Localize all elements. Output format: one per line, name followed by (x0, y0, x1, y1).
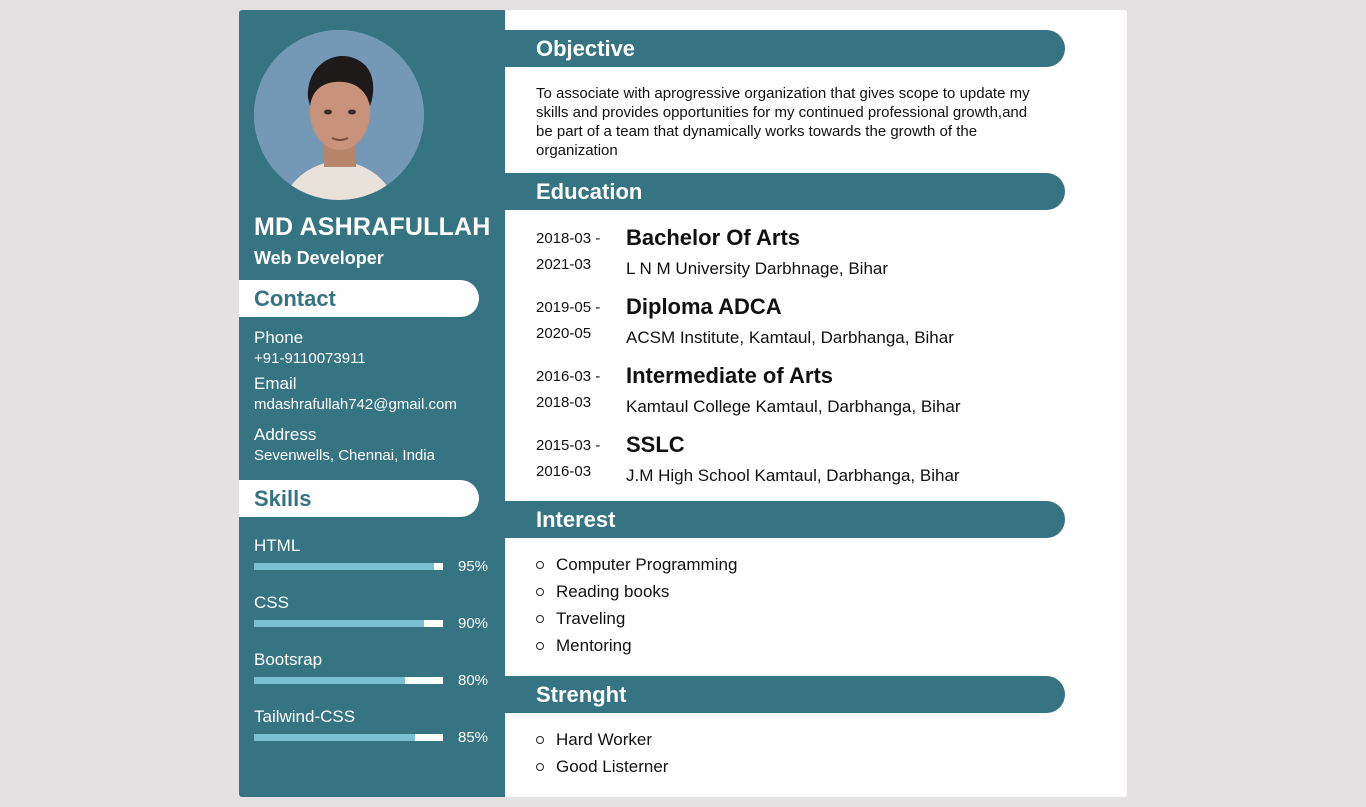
email-label: Email (254, 374, 297, 393)
skill-percent: 90% (458, 615, 489, 632)
list-item: Good Listerner (536, 753, 668, 780)
skill-bar (254, 677, 443, 684)
education-entry: 2016-03 - 2018-03 Intermediate of Arts K… (536, 363, 1096, 423)
education-end-date: 2016-03 (536, 463, 592, 480)
skill-bar-fill (254, 734, 415, 741)
skill-name: Tailwind-CSS (254, 707, 356, 726)
education-degree: Bachelor Of Arts (626, 225, 801, 250)
list-item: Computer Programming (536, 551, 737, 578)
education-degree: SSLC (626, 432, 685, 457)
education-start-date: 2015-03 - (536, 437, 601, 454)
contact-heading: Contact (239, 280, 479, 317)
list-item: Reading books (536, 578, 737, 605)
strength-list: Hard Worker Good Listerner (536, 726, 668, 780)
objective-text: To associate with aprogressive organizat… (536, 85, 1030, 159)
skill-bar-fill (254, 620, 425, 627)
education-start-date: 2018-03 - (536, 230, 601, 247)
skills-heading: Skills (239, 480, 479, 517)
phone-label: Phone (254, 328, 304, 347)
phone-value[interactable]: +91-9110073911 (254, 350, 366, 367)
list-item: Hard Worker (536, 726, 668, 753)
skill-name: HTML (254, 536, 301, 555)
resume-card: MD ASHRAFULLAH Web Developer Contact Pho… (239, 10, 1127, 797)
education-degree: Diploma ADCA (626, 294, 782, 319)
education-start-date: 2016-03 - (536, 368, 601, 385)
education-end-date: 2021-03 (536, 256, 592, 273)
skill-percent: 80% (458, 672, 489, 689)
list-item: Traveling (536, 605, 737, 632)
skill-percent: 95% (458, 558, 489, 575)
person-icon (254, 30, 424, 200)
skill-bar (254, 620, 443, 627)
profile-photo (254, 30, 424, 200)
interest-heading: Interest (505, 501, 1065, 538)
skill-bar-fill (254, 563, 434, 570)
education-degree: Intermediate of Arts (626, 363, 834, 388)
interest-list: Computer Programming Reading books Trave… (536, 551, 737, 659)
email-value[interactable]: mdashrafullah742@gmail.com (254, 396, 457, 413)
address-label: Address (254, 425, 317, 444)
education-end-date: 2020-05 (536, 325, 592, 342)
skill-bar (254, 734, 443, 741)
education-school: Kamtaul College Kamtaul, Darbhanga, Biha… (626, 397, 961, 416)
sidebar: MD ASHRAFULLAH Web Developer Contact Pho… (239, 10, 505, 797)
objective-heading: Objective (505, 30, 1065, 67)
education-school: L N M University Darbhnage, Bihar (626, 259, 889, 278)
skill-bar (254, 563, 443, 570)
education-entry: 2018-03 - 2021-03 Bachelor Of Arts L N M… (536, 225, 1096, 285)
education-start-date: 2019-05 - (536, 299, 601, 316)
list-item: Mentoring (536, 632, 737, 659)
main-content: Objective To associate with aprogressive… (505, 10, 1127, 797)
profile-role: Web Developer (254, 248, 384, 268)
skill-percent: 85% (458, 729, 489, 746)
education-entry: 2019-05 - 2020-05 Diploma ADCA ACSM Inst… (536, 294, 1096, 354)
education-school: J.M High School Kamtaul, Darbhanga, Biha… (626, 466, 960, 485)
address-value: Sevenwells, Chennai, India (254, 447, 435, 464)
skill-bar-fill (254, 677, 406, 684)
education-entry: 2015-03 - 2016-03 SSLC J.M High School K… (536, 432, 1096, 492)
education-heading: Education (505, 173, 1065, 210)
skill-name: Bootsrap (254, 650, 323, 669)
strength-heading: Strenght (505, 676, 1065, 713)
skill-name: CSS (254, 593, 289, 612)
profile-name: MD ASHRAFULLAH (254, 213, 491, 241)
education-school: ACSM Institute, Kamtaul, Darbhanga, Biha… (626, 328, 954, 347)
education-end-date: 2018-03 (536, 394, 592, 411)
